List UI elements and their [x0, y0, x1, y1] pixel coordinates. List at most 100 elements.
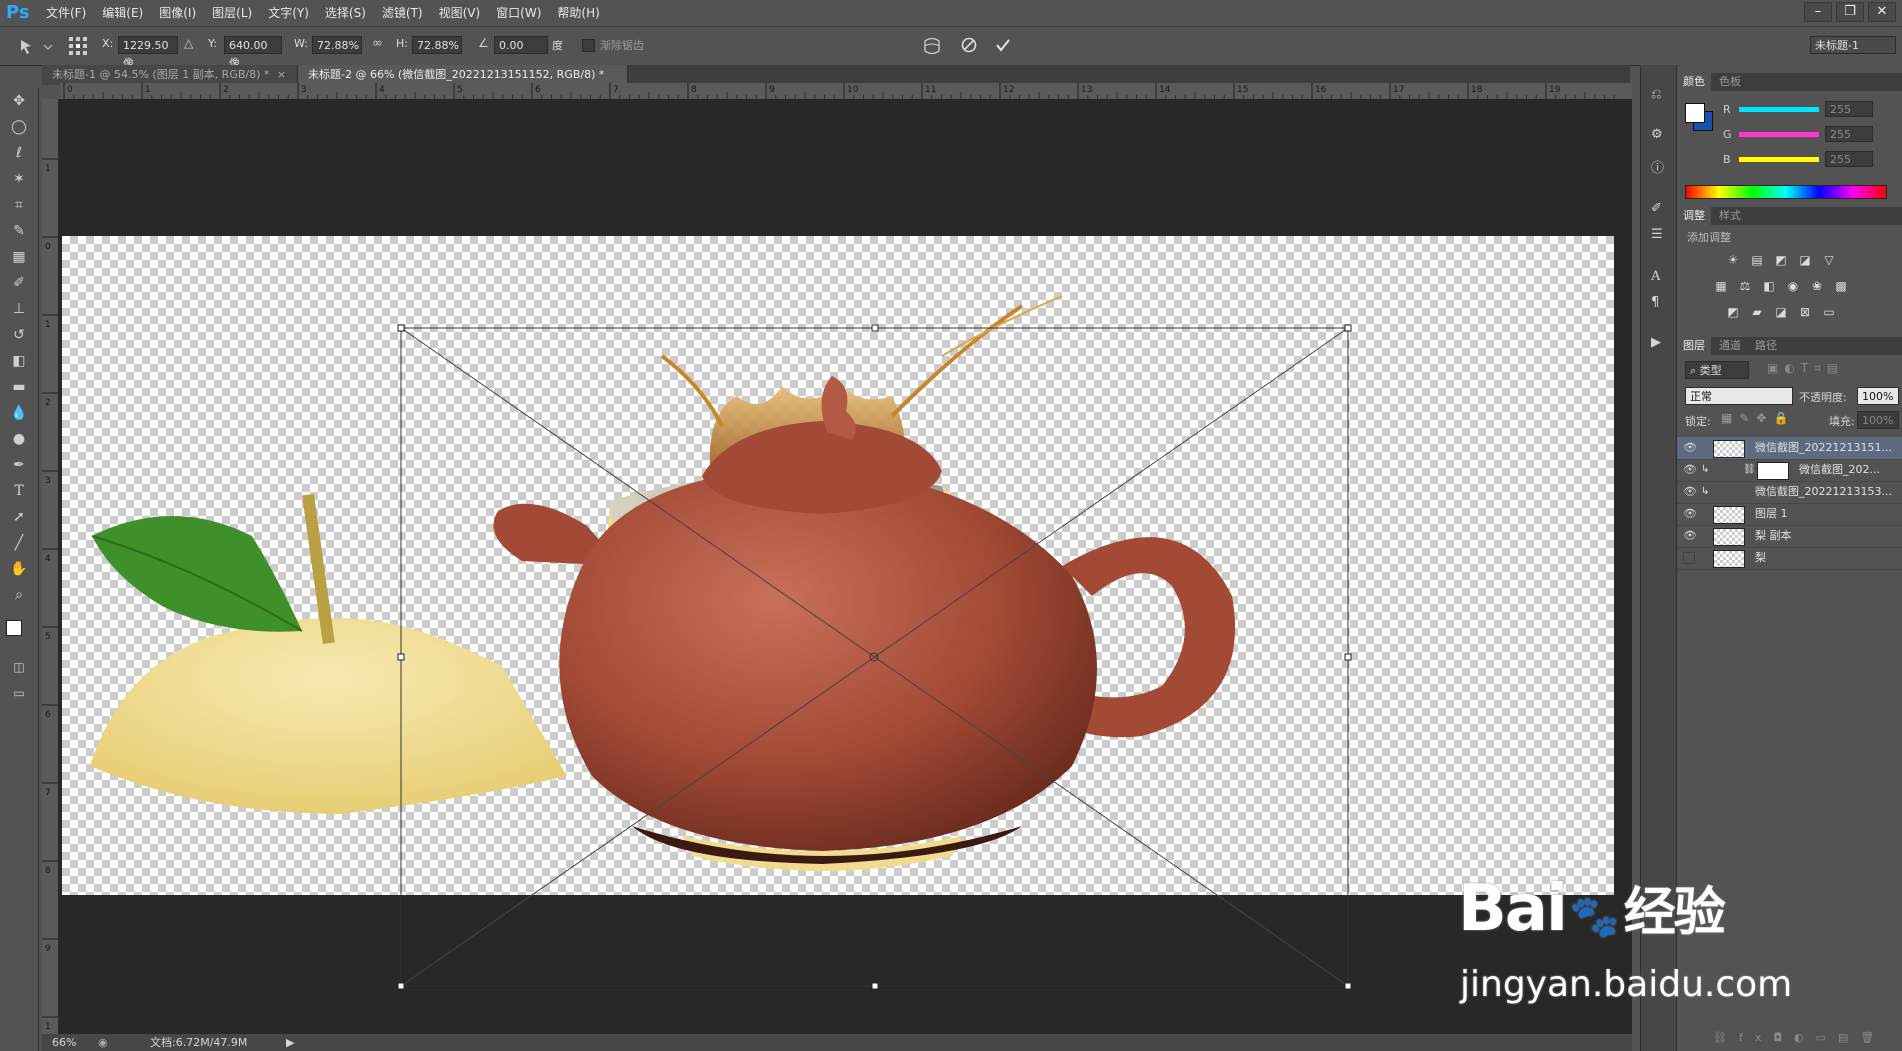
menu-image[interactable]: 图像(I): [159, 4, 196, 21]
move-tool-icon[interactable]: ✥: [8, 90, 30, 112]
actions-panel-icon[interactable]: ▶: [1651, 335, 1661, 350]
eye-icon[interactable]: 👁: [1683, 503, 1697, 525]
layer-row[interactable]: 👁 ↳ 微信截图_20221213153...: [1677, 481, 1902, 504]
invert-icon[interactable]: ◩: [1725, 305, 1741, 319]
menu-window[interactable]: 窗口(W): [496, 4, 541, 21]
x-field[interactable]: 1229.50 像: [118, 36, 178, 70]
layer-row[interactable]: 👁 梨 副本: [1677, 525, 1902, 548]
layer-filter-select[interactable]: ⌕ 类型: [1685, 361, 1749, 379]
interpolation-checkbox[interactable]: [582, 39, 595, 52]
menu-help[interactable]: 帮助(H): [557, 4, 599, 21]
menu-select[interactable]: 选择(S): [325, 4, 366, 21]
dodge-tool-icon[interactable]: ●: [8, 428, 30, 450]
gradient-map-icon[interactable]: ▭: [1821, 305, 1837, 319]
healing-brush-tool-icon[interactable]: ▦: [8, 246, 30, 268]
layer-row[interactable]: 👁 ↳ ⛓ 微信截图_202...: [1677, 459, 1902, 482]
lock-icons[interactable]: ▦✎✥🔒: [1721, 411, 1795, 425]
adjust-panel-icon[interactable]: ☰: [1651, 227, 1663, 242]
history-panel-icon[interactable]: ⎌: [1651, 87, 1661, 102]
brightness-icon[interactable]: ☀: [1725, 253, 1741, 267]
status-menu-arrow-icon[interactable]: ▶: [286, 1034, 294, 1051]
r-slider[interactable]: [1739, 107, 1819, 112]
blur-tool-icon[interactable]: 💧: [8, 402, 30, 424]
character-panel-icon[interactable]: A: [1651, 269, 1660, 284]
channel-mixer-icon[interactable]: ❀: [1809, 279, 1825, 293]
brush-tool-icon[interactable]: ✐: [8, 272, 30, 294]
paragraph-panel-icon[interactable]: ¶: [1651, 295, 1659, 310]
tab-styles[interactable]: 样式: [1713, 207, 1747, 225]
fill-field[interactable]: 100%: [1857, 411, 1899, 429]
foreground-color-swatch[interactable]: [6, 620, 22, 636]
photo-filter-icon[interactable]: ◉: [1785, 279, 1801, 293]
eyedropper-tool-icon[interactable]: ✎: [8, 220, 30, 242]
eye-icon[interactable]: 👁: [1683, 525, 1697, 547]
menu-view[interactable]: 视图(V): [439, 4, 481, 21]
eraser-tool-icon[interactable]: ◧: [8, 350, 30, 372]
restore-button[interactable]: ❐: [1836, 2, 1864, 22]
history-brush-tool-icon[interactable]: ↺: [8, 324, 30, 346]
menu-file[interactable]: 文件(F): [46, 4, 86, 21]
close-button[interactable]: ✕: [1868, 2, 1896, 22]
tab-layers[interactable]: 图层: [1677, 337, 1711, 355]
screen-mode-icon[interactable]: ▭: [8, 682, 30, 704]
lasso-tool-icon[interactable]: ℓ: [8, 142, 30, 164]
levels-icon[interactable]: ▤: [1749, 253, 1765, 267]
hand-tool-icon[interactable]: ✋: [8, 558, 30, 580]
menu-layer[interactable]: 图层(L): [212, 4, 252, 21]
hue-saturation-icon[interactable]: ▦: [1713, 279, 1729, 293]
properties-panel-icon[interactable]: ⚙: [1651, 127, 1663, 142]
color-balance-icon[interactable]: ⚖: [1737, 279, 1753, 293]
cancel-transform-icon[interactable]: [960, 36, 978, 54]
tab-document-1[interactable]: 未标题-1 @ 54.5% (图层 1 副本, RGB/8) * ×: [42, 65, 298, 85]
stamp-tool-icon[interactable]: ⊥: [8, 298, 30, 320]
layer-row[interactable]: 👁 图层 1: [1677, 503, 1902, 526]
color-lookup-icon[interactable]: ▩: [1833, 279, 1849, 293]
document-canvas[interactable]: [62, 236, 1614, 895]
blend-mode-select[interactable]: 正常: [1685, 387, 1793, 405]
b-slider[interactable]: [1739, 157, 1819, 162]
tab-document-2[interactable]: 未标题-2 @ 66% (微信截图_20221213151152, RGB/8)…: [298, 65, 628, 101]
tab-swatches[interactable]: 色板: [1713, 73, 1747, 91]
line-tool-icon[interactable]: ╱: [8, 532, 30, 554]
layer-bottom-actions[interactable]: ⛓fx◘◐▭▤🗑: [1713, 1031, 1886, 1044]
opacity-field[interactable]: 100%: [1857, 387, 1899, 405]
layer-row[interactable]: 👁 微信截图_20221213151...: [1677, 437, 1902, 460]
angle-field[interactable]: 0.00: [494, 36, 548, 54]
y-field[interactable]: 640.00 像: [224, 36, 282, 70]
menu-edit[interactable]: 编辑(E): [102, 4, 143, 21]
vibrance-icon[interactable]: ▽: [1821, 253, 1837, 267]
b-value-field[interactable]: 255: [1825, 151, 1873, 167]
crop-tool-icon[interactable]: ⌗: [8, 194, 30, 216]
width-field[interactable]: 72.88%: [312, 36, 362, 54]
layer-filter-icons[interactable]: ▣◐T⌗▤: [1767, 361, 1844, 376]
layer-mask-thumbnail[interactable]: [1757, 462, 1789, 480]
brush-panel-icon[interactable]: ✐: [1651, 201, 1662, 216]
eye-icon[interactable]: 👁: [1683, 459, 1697, 481]
link-icon[interactable]: ∞: [372, 36, 383, 51]
tab-adjustments[interactable]: 调整: [1677, 207, 1711, 225]
color-spectrum-bar[interactable]: [1685, 185, 1887, 199]
status-icon[interactable]: ◉: [98, 1034, 108, 1051]
workspace-switcher[interactable]: 未标题-1: [1810, 36, 1896, 54]
selective-color-icon[interactable]: ⊠: [1797, 305, 1813, 319]
posterize-icon[interactable]: ▰: [1749, 305, 1765, 319]
eye-hidden-icon[interactable]: [1683, 552, 1695, 564]
magic-wand-tool-icon[interactable]: ✶: [8, 168, 30, 190]
height-field[interactable]: 72.88%: [412, 36, 462, 54]
curves-icon[interactable]: ◩: [1773, 253, 1789, 267]
move-tool-preset-icon[interactable]: [18, 37, 54, 55]
menu-type[interactable]: 文字(Y): [268, 4, 309, 21]
exposure-icon[interactable]: ◪: [1797, 253, 1813, 267]
type-tool-icon[interactable]: T: [8, 480, 30, 502]
tab-color[interactable]: 颜色: [1677, 73, 1711, 91]
tab-paths[interactable]: 路径: [1749, 337, 1783, 355]
pen-tool-icon[interactable]: ✒: [8, 454, 30, 476]
marquee-tool-icon[interactable]: ◯: [8, 116, 30, 138]
eye-icon[interactable]: 👁: [1683, 481, 1697, 503]
color-foreground-swatch[interactable]: [1685, 103, 1705, 123]
r-value-field[interactable]: 255: [1825, 101, 1873, 117]
g-slider[interactable]: [1739, 132, 1819, 137]
minimize-button[interactable]: –: [1804, 2, 1832, 22]
info-panel-icon[interactable]: ⓘ: [1651, 157, 1664, 176]
warp-mode-icon[interactable]: [922, 36, 942, 56]
